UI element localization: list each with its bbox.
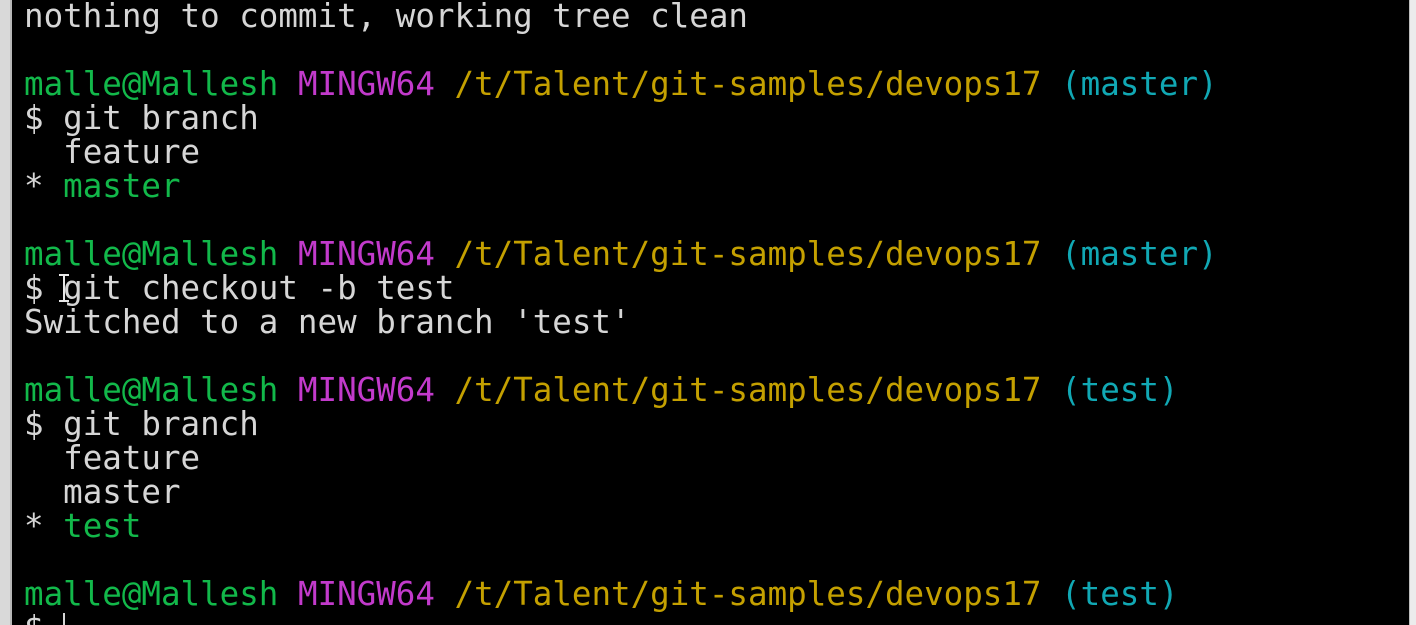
prompt-host: MINGW64 [297, 371, 435, 409]
prompt-user: malle@Mallesh [24, 235, 279, 273]
output-line: Switched to a new branch 'test' [24, 305, 1408, 339]
branch-name: master [63, 473, 181, 511]
prompt-user: malle@Mallesh [24, 371, 279, 409]
output-line: nothing to commit, working tree clean [24, 0, 1408, 33]
prompt-line: malle@Mallesh MINGW64 /t/Talent/git-samp… [24, 373, 1408, 407]
input-prompt: $ [24, 609, 63, 625]
branch-marker [24, 133, 63, 171]
terminal-window: nothing to commit, working tree clean mal… [0, 0, 1416, 625]
branch-marker: * [24, 167, 64, 205]
branch-list-item: * master [24, 169, 1408, 203]
terminal-output[interactable]: nothing to commit, working tree clean mal… [24, 0, 1408, 625]
prompt-host: MINGW64 [297, 575, 435, 613]
prompt-line: malle@Mallesh MINGW64 /t/Talent/git-samp… [24, 237, 1408, 271]
command-text: $ git branch [24, 99, 259, 137]
branch-list-item: master [24, 475, 1408, 509]
input-line: $ [24, 611, 1408, 625]
prompt-path: /t/Talent/git-samples/devops17 [454, 65, 1042, 103]
prompt-host: MINGW64 [297, 235, 435, 273]
prompt-branch: (test) [1061, 575, 1179, 613]
terminal-cursor [63, 613, 66, 625]
prompt-path: /t/Talent/git-samples/devops17 [454, 575, 1042, 613]
prompt-path: /t/Talent/git-samples/devops17 [454, 235, 1042, 273]
branch-list-item: * test [24, 509, 1408, 543]
prompt-path: /t/Talent/git-samples/devops17 [454, 371, 1042, 409]
branch-list-item: feature [24, 441, 1408, 475]
branch-name: master [63, 167, 181, 205]
prompt-user: malle@Mallesh [24, 65, 279, 103]
command-line: $ git checkout -b test [24, 271, 1408, 305]
window-left-border [0, 0, 12, 625]
prompt-line: malle@Mallesh MINGW64 /t/Talent/git-samp… [24, 577, 1408, 611]
branch-marker [24, 439, 63, 477]
window-right-border [1409, 0, 1416, 625]
command-text: $ git checkout -b test [24, 269, 455, 307]
branch-name: test [63, 507, 142, 545]
command-line: $ git branch [24, 407, 1408, 441]
branch-name: feature [63, 133, 201, 171]
command-text: $ git branch [24, 405, 259, 443]
branch-marker: * [24, 507, 64, 545]
output-text: nothing to commit, working tree clean [24, 0, 748, 35]
branch-name: feature [63, 439, 201, 477]
branch-marker [24, 473, 63, 511]
prompt-user: malle@Mallesh [24, 575, 279, 613]
prompt-branch: (master) [1061, 65, 1218, 103]
prompt-line: malle@Mallesh MINGW64 /t/Talent/git-samp… [24, 67, 1408, 101]
branch-list-item: feature [24, 135, 1408, 169]
prompt-branch: (master) [1061, 235, 1218, 273]
prompt-branch: (test) [1061, 371, 1179, 409]
prompt-host: MINGW64 [297, 65, 435, 103]
output-text: Switched to a new branch 'test' [24, 303, 631, 341]
command-line: $ git branch [24, 101, 1408, 135]
